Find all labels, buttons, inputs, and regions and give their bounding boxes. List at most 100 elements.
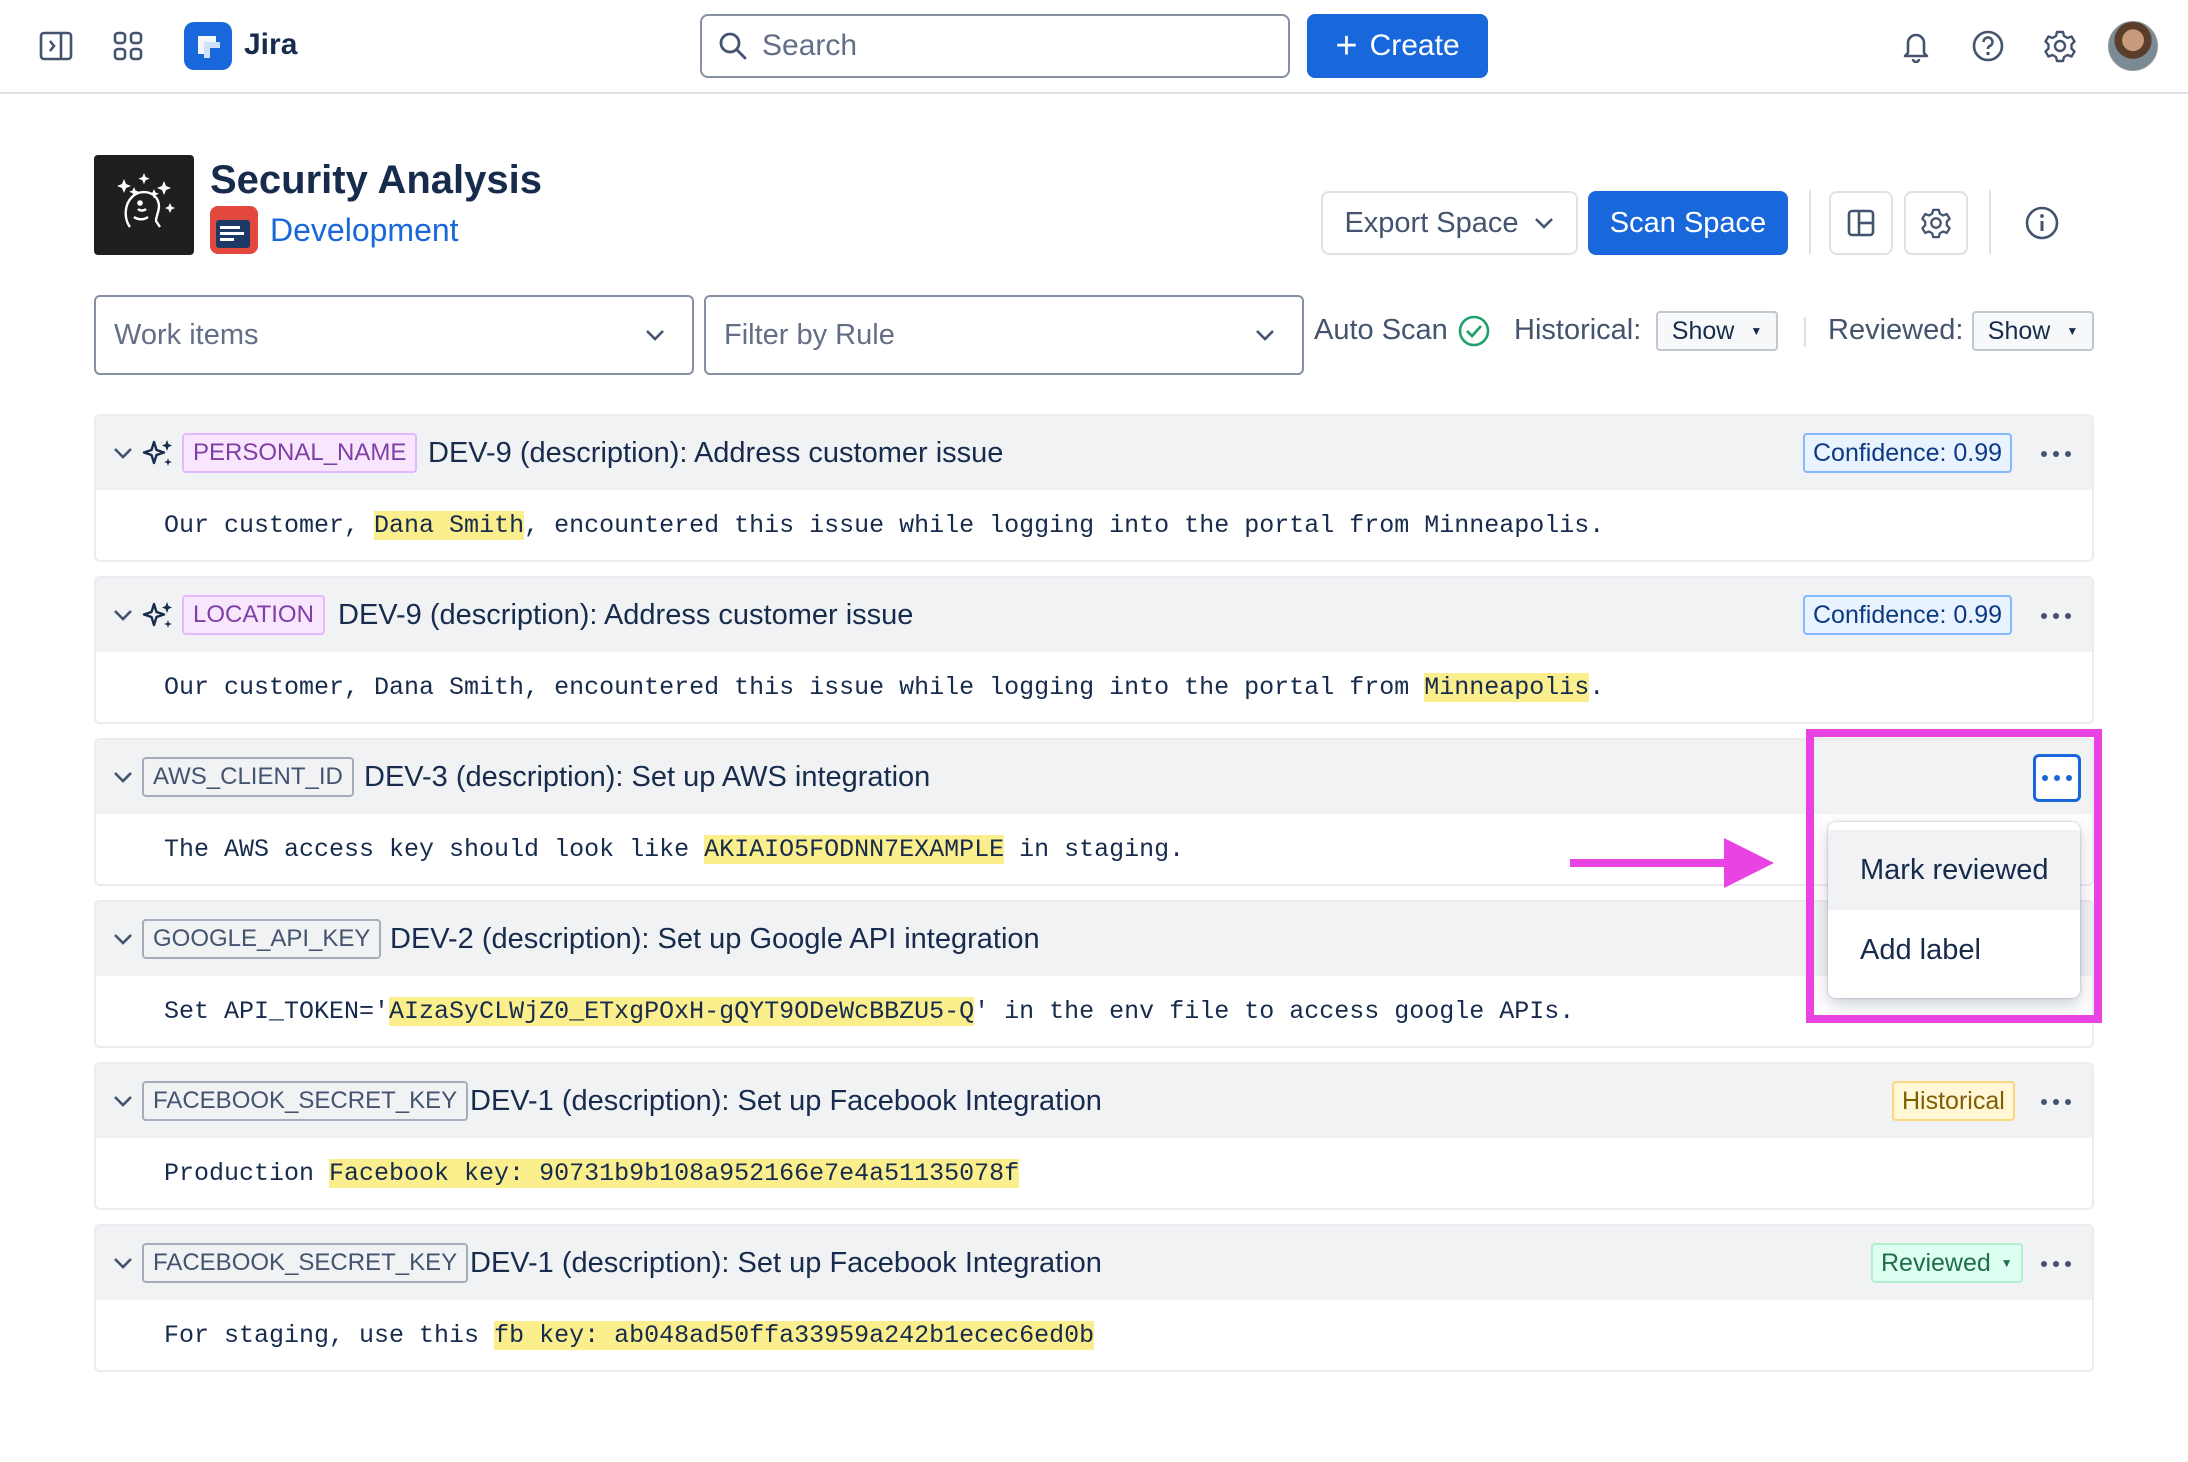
settings-icon[interactable] (2040, 26, 2080, 66)
app-switcher-icon[interactable] (108, 26, 148, 66)
reviewed-badge-label: Reviewed (1881, 1248, 1991, 1277)
snippet-highlight: AKIAIO5FODNN7EXAMPLE (704, 834, 1005, 864)
historical-badge: Historical (1892, 1081, 2015, 1121)
caret-down-icon: ▼ (1750, 324, 1763, 338)
annotation-arrow-icon (1570, 838, 1774, 888)
finding-header[interactable]: GOOGLE_API_KEY DEV-2 (description): Set … (96, 902, 2092, 976)
finding-header[interactable]: PERSONAL_NAME DEV-9 (description): Addre… (96, 416, 2092, 490)
check-circle-icon (1457, 314, 1491, 348)
finding-header[interactable]: AWS_CLIENT_ID DEV-3 (description): Set u… (96, 740, 2092, 814)
chevron-down-icon[interactable] (110, 602, 136, 628)
sidebar-toggle-icon[interactable] (36, 26, 76, 66)
search-field[interactable] (700, 14, 1290, 78)
reviewed-label: Reviewed: (1828, 314, 1964, 346)
app-name[interactable]: Jira (244, 28, 297, 62)
finding-snippet: Production Facebook key: 90731b9b108a952… (96, 1138, 2092, 1208)
confidence-badge: Confidence: 0.99 (1803, 433, 2013, 473)
scan-space-button[interactable]: Scan Space (1588, 191, 1788, 255)
chevron-down-icon[interactable] (110, 1088, 136, 1114)
chevron-down-icon[interactable] (110, 1250, 136, 1276)
page-title: Security Analysis (210, 158, 543, 202)
finding-title[interactable]: DEV-1 (description): Set up Facebook Int… (470, 1247, 1102, 1280)
help-icon[interactable] (1968, 26, 2008, 66)
more-actions-button[interactable] (2032, 1246, 2080, 1282)
toolbar-divider (1809, 190, 1811, 254)
chevron-down-icon (1534, 218, 1553, 229)
finding-card: PERSONAL_NAME DEV-9 (description): Addre… (94, 414, 2094, 562)
chevron-down-icon[interactable] (110, 440, 136, 466)
gear-icon (1921, 208, 1951, 239)
historical-select[interactable]: Show ▼ (1656, 311, 1778, 351)
finding-header[interactable]: FACEBOOK_SECRET_KEY DEV-1 (description):… (96, 1226, 2092, 1300)
snippet-text: Our customer, Dana Smith, encountered th… (164, 672, 1425, 702)
toolbar-divider (1989, 190, 1991, 254)
snippet-highlight: Minneapolis (1424, 672, 1590, 702)
reviewed-status-dropdown[interactable]: Reviewed ▼ (1871, 1243, 2023, 1283)
rule-tag: FACEBOOK_SECRET_KEY (142, 1081, 469, 1121)
work-items-select[interactable]: Work items (94, 295, 694, 375)
finding-header[interactable]: LOCATION DEV-9 (description): Address cu… (96, 578, 2092, 652)
finding-snippet: Our customer, Dana Smith, encountered th… (96, 652, 2092, 722)
rule-tag: LOCATION (182, 595, 325, 635)
bell-icon[interactable] (1896, 26, 1936, 66)
create-button[interactable]: + Create (1307, 14, 1488, 78)
space-name[interactable]: Development (270, 212, 459, 249)
reviewed-value: Show (1987, 316, 2051, 345)
snippet-highlight: Dana Smith (374, 510, 525, 540)
rule-tag: AWS_CLIENT_ID (142, 757, 354, 797)
snippet-text: , encountered this issue while logging i… (524, 510, 1605, 540)
finding-header[interactable]: FACEBOOK_SECRET_KEY DEV-1 (description):… (96, 1064, 2092, 1138)
finding-card: AWS_CLIENT_ID DEV-3 (description): Set u… (94, 738, 2094, 886)
finding-title[interactable]: DEV-2 (description): Set up Google API i… (390, 923, 1040, 956)
search-input[interactable] (762, 29, 1242, 63)
finding-title[interactable]: DEV-1 (description): Set up Facebook Int… (470, 1085, 1102, 1118)
snippet-text: in staging. (1004, 834, 1185, 864)
space-link[interactable]: Development (210, 206, 459, 254)
annotation-highlight-box (1806, 729, 2102, 1023)
confidence-badge: Confidence: 0.99 (1803, 595, 2013, 635)
finding-card: LOCATION DEV-9 (description): Address cu… (94, 576, 2094, 724)
user-avatar[interactable] (2108, 21, 2158, 71)
chevron-down-icon (646, 330, 664, 341)
plus-icon: + (1335, 25, 1358, 67)
finding-snippet: Our customer, Dana Smith, encountered th… (96, 490, 2092, 560)
snippet-highlight: AIzaSyCLWjZ0_ETxgPOxH-gQYT9ODeWcBBZU5-Q (389, 996, 975, 1026)
export-space-button[interactable]: Export Space (1321, 191, 1578, 255)
ai-sparkle-icon (142, 440, 172, 466)
historical-value: Show (1671, 316, 1735, 345)
snippet-text: Set API_TOKEN=' (164, 996, 390, 1026)
layout-toggle-button[interactable] (1829, 191, 1893, 255)
layout-panel-icon (1847, 209, 1875, 237)
caret-down-icon: ▼ (2000, 1256, 2013, 1270)
finding-snippet: Set API_TOKEN=' AIzaSyCLWjZ0_ETxgPOxH-gQY… (96, 976, 2092, 1046)
rule-tag: FACEBOOK_SECRET_KEY (142, 1243, 469, 1283)
finding-title[interactable]: DEV-3 (description): Set up AWS integrat… (364, 761, 930, 794)
finding-title[interactable]: DEV-9 (description): Address customer is… (338, 599, 913, 632)
create-label: Create (1369, 29, 1460, 62)
snippet-text: For staging, use this (164, 1320, 495, 1350)
snippet-text: Our customer, (164, 510, 375, 540)
historical-label: Historical: (1514, 314, 1642, 346)
filter-divider (1804, 317, 1806, 347)
chevron-down-icon (1256, 330, 1274, 341)
chevron-down-icon[interactable] (110, 926, 136, 952)
scan-space-label: Scan Space (1609, 206, 1767, 239)
ai-sparkle-icon (142, 602, 172, 628)
reviewed-select[interactable]: Show ▼ (1972, 311, 2094, 351)
info-icon[interactable] (2023, 204, 2061, 242)
more-actions-button[interactable] (2032, 436, 2080, 472)
snippet-text: ' in the env file to access google APIs. (974, 996, 1575, 1026)
chevron-down-icon[interactable] (110, 764, 136, 790)
jira-logo-icon[interactable] (184, 22, 232, 70)
search-icon (719, 32, 747, 60)
security-analysis-app-icon (94, 155, 194, 255)
rule-tag: PERSONAL_NAME (182, 433, 418, 473)
finding-title[interactable]: DEV-9 (description): Address customer is… (428, 437, 1003, 470)
snippet-text: . (1589, 672, 1605, 702)
top-navigation: Jira + Create (0, 0, 2188, 94)
more-actions-button[interactable] (2032, 1084, 2080, 1120)
more-actions-button[interactable] (2032, 598, 2080, 634)
export-space-label: Export Space (1344, 206, 1519, 239)
space-settings-button[interactable] (1904, 191, 1968, 255)
filter-by-rule-select[interactable]: Filter by Rule (704, 295, 1304, 375)
